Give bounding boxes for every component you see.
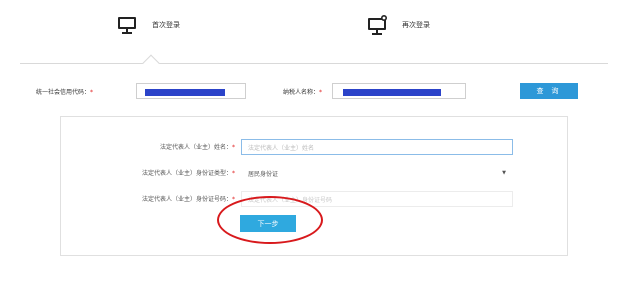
- id-number-input[interactable]: 法定代表人（业主）身份证号码: [241, 191, 513, 207]
- desktop-monitor-icon: [116, 14, 138, 36]
- taxpayer-name-input[interactable]: [332, 83, 466, 99]
- tab-relogin[interactable]: 再次登录: [366, 14, 430, 36]
- active-tab-pointer: [142, 54, 160, 72]
- taxpayer-name-label: 纳税人名称：*: [283, 89, 323, 96]
- legal-rep-name-row: 法定代表人（业主）姓名：* 法定代表人（业主）姓名: [61, 139, 569, 155]
- id-number-row: 法定代表人（业主）身份证号码：* 法定代表人（业主）身份证号码: [61, 191, 569, 207]
- query-button[interactable]: 查 询: [520, 83, 578, 99]
- id-type-label: 法定代表人（业主）身份证类型：*: [141, 170, 235, 177]
- id-type-row: 法定代表人（业主）身份证类型：* 居民身份证 ▼: [61, 165, 569, 181]
- legal-rep-name-label: 法定代表人（业主）姓名：*: [159, 144, 235, 151]
- legal-rep-name-input[interactable]: 法定代表人（业主）姓名: [241, 139, 513, 155]
- taxpayer-search-row: 统一社会信用代码：* 纳税人名称：* 查 询: [0, 82, 640, 102]
- redacted-value: [343, 89, 441, 96]
- credit-code-label: 统一社会信用代码：*: [36, 89, 94, 96]
- tab-first-login[interactable]: 首次登录: [116, 14, 180, 36]
- id-number-placeholder: 法定代表人（业主）身份证号码: [248, 196, 333, 204]
- tab-divider: [20, 63, 608, 64]
- id-number-label: 法定代表人（业主）身份证号码：*: [141, 196, 235, 203]
- legal-rep-form: 法定代表人（业主）姓名：* 法定代表人（业主）姓名 法定代表人（业主）身份证类型…: [60, 116, 568, 256]
- credit-code-input[interactable]: [136, 83, 246, 99]
- legal-rep-name-placeholder: 法定代表人（业主）姓名: [248, 144, 315, 152]
- id-type-value: 居民身份证: [248, 170, 279, 178]
- next-step-button[interactable]: 下一步: [240, 215, 296, 232]
- login-tabs: 首次登录 再次登录: [0, 0, 640, 72]
- redacted-value: [145, 89, 225, 96]
- tab-relogin-label: 再次登录: [402, 21, 430, 29]
- desktop-monitor-badge-icon: [366, 14, 388, 36]
- chevron-down-icon: ▼: [502, 170, 506, 176]
- id-type-select[interactable]: 居民身份证 ▼: [241, 165, 513, 181]
- tab-first-login-label: 首次登录: [152, 21, 180, 29]
